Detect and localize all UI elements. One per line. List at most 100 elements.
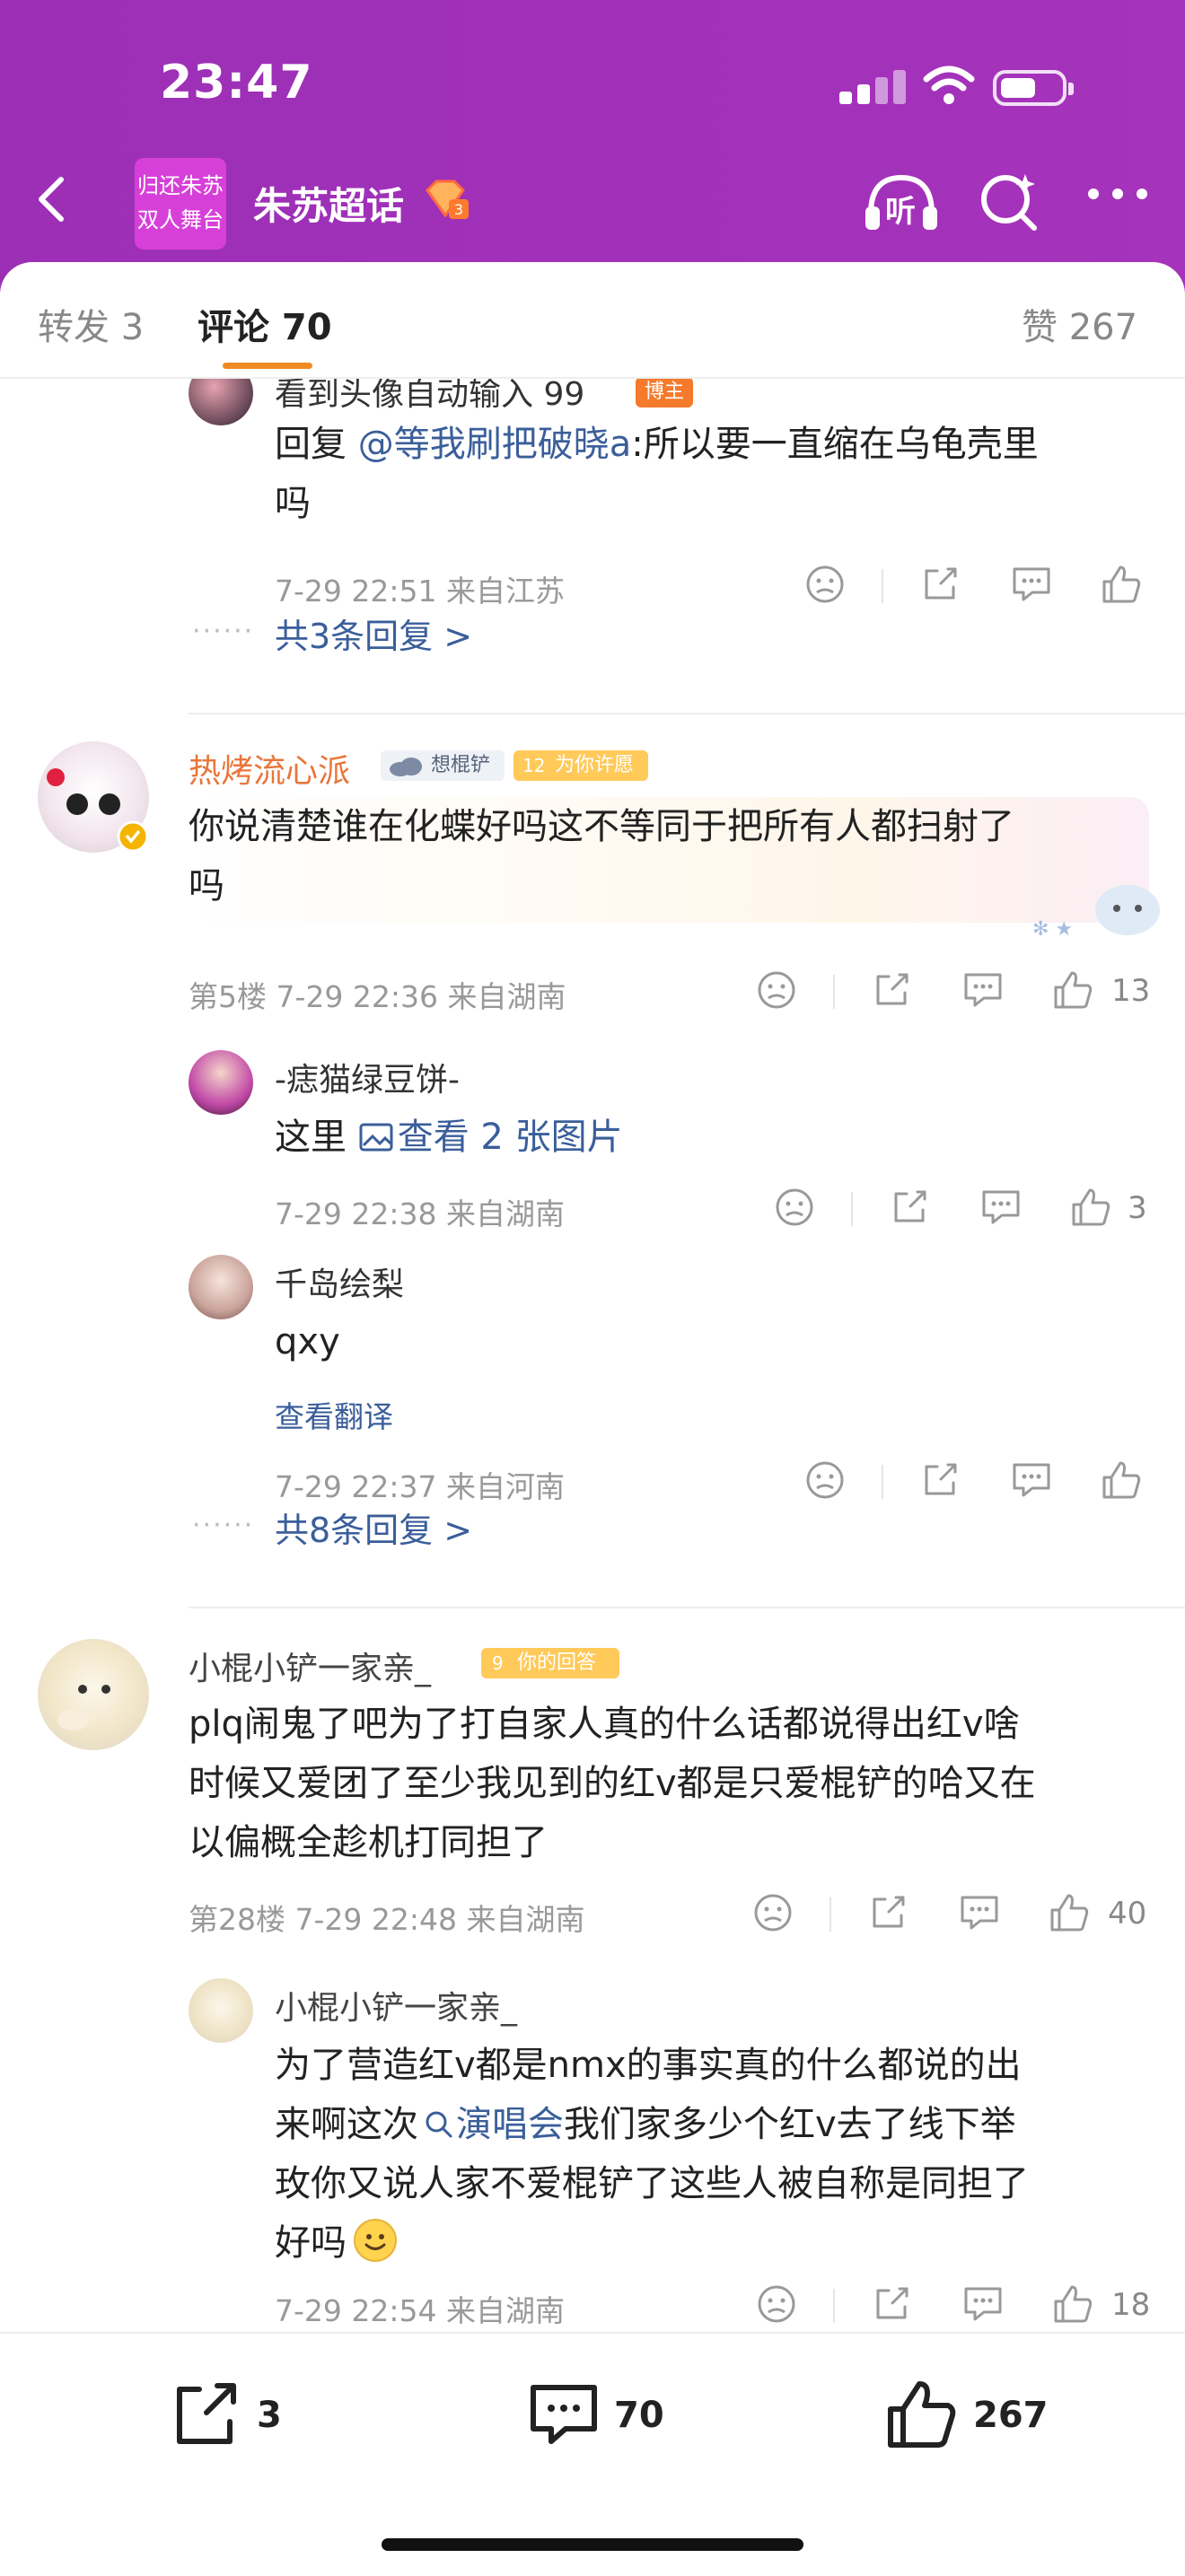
comment-bubble-icon[interactable] (959, 1892, 1000, 1932)
avatar-face-icon (57, 1685, 110, 1730)
reply-text-line: 玫你又说人家不爱棍铲了这些人被自称是同担了 (275, 2163, 1029, 2204)
topic-search-link[interactable]: 演唱会 (418, 2104, 564, 2145)
comment-actions: 13 (756, 969, 1151, 1014)
tab-comments[interactable]: 评论 70 (198, 298, 332, 350)
like-button[interactable]: 267 (885, 2379, 1065, 2450)
reply-text-line: 来啊这次 (275, 2104, 418, 2145)
comment-username[interactable]: 看到头像自动输入 99 (275, 379, 584, 415)
avatar[interactable] (189, 379, 253, 425)
share-icon[interactable] (921, 1459, 961, 1499)
avatar[interactable] (189, 1978, 253, 2043)
dislike-face-icon[interactable] (756, 969, 797, 1011)
comment-bubble-icon[interactable] (962, 969, 1004, 1009)
reply-text-line: 为了营造红v都是nmx的事实真的什么都说的出 (275, 2045, 1022, 2086)
like-thumb-icon[interactable] (1052, 969, 1093, 1011)
action-divider (833, 2289, 835, 2323)
dislike-face-icon[interactable] (774, 1187, 815, 1228)
supertopic-logo[interactable]: 归还朱苏 双人舞台 (135, 158, 226, 250)
back-arrow-icon[interactable] (27, 172, 81, 226)
action-divider (833, 975, 835, 1009)
more-options-icon[interactable] (1086, 185, 1149, 203)
share-icon[interactable] (891, 1187, 930, 1226)
share-icon[interactable] (873, 969, 912, 1009)
avatar[interactable] (38, 1639, 149, 1750)
comment-divider (189, 1607, 1185, 1608)
repost-count: 3 (257, 2395, 282, 2436)
reply-username[interactable]: 小棍小铲一家亲_ (275, 1982, 517, 2028)
dislike-face-icon[interactable] (756, 2283, 797, 2325)
like-count-total: 267 (973, 2395, 1049, 2436)
comment-text-line: plq闹鬼了吧为了打自家人真的什么话都说得出红v啥 (189, 1704, 1020, 1745)
comment-username[interactable]: 小棍小铲一家亲_ (189, 1643, 431, 1689)
like-thumb-icon[interactable] (1101, 564, 1142, 605)
level-number: 9 (492, 1652, 504, 1674)
action-divider (882, 569, 883, 603)
reply-text: 这里 查看 2 张图片 (275, 1108, 1137, 1167)
cellular-signal-icon (839, 70, 911, 104)
top-nav: 归还朱苏 双人舞台 朱苏超话 3 听 (0, 153, 1185, 251)
reply-text-body: 这里 (275, 1117, 358, 1158)
share-icon[interactable] (921, 564, 961, 603)
more-replies-link[interactable]: 共8条回复 > (275, 1503, 472, 1552)
reply-text-line: 好吗 (275, 2222, 347, 2264)
repost-button[interactable]: 3 (171, 2379, 314, 2450)
level-badge: 9 你的回答 (481, 1648, 619, 1678)
search-icon (426, 2111, 452, 2138)
fan-badge-label: 想棍铲 (431, 754, 491, 776)
level-badge-label: 你的回答 (517, 1652, 597, 1674)
like-thumb-icon[interactable] (1052, 2283, 1093, 2325)
page-title[interactable]: 朱苏超话 (253, 176, 404, 231)
action-divider (851, 1192, 853, 1226)
comment-button[interactable]: 70 (528, 2379, 689, 2450)
like-thumb-icon[interactable] (1101, 1459, 1142, 1501)
listen-button[interactable]: 听 (864, 171, 939, 233)
comment-text-line: 吗 (189, 865, 224, 907)
comment-bubble-icon[interactable] (1011, 564, 1052, 603)
user-mention-link[interactable]: @等我刷把破晓a (358, 424, 632, 465)
like-count: 18 (1111, 2287, 1151, 2323)
comment-text-line: 你说清楚谁在化蝶好吗这不等同于把所有人都扫射了 (189, 806, 1014, 847)
listen-label: 听 (885, 194, 916, 230)
reply-actions (804, 1459, 1146, 1504)
avatar[interactable] (189, 1050, 253, 1115)
level-badge-label: 为你许愿 (555, 754, 635, 776)
comment-text: 你说清楚谁在化蝶好吗这不等同于把所有人都扫射了 吗 (189, 797, 1158, 916)
dislike-face-icon[interactable] (804, 1459, 846, 1501)
like-thumb-icon[interactable] (1070, 1187, 1111, 1228)
reply-username[interactable]: -痣猫绿豆饼- (275, 1054, 460, 1100)
comment-meta: 第5楼 7-29 22:36 来自湖南 (189, 979, 566, 1014)
comment-list: 看到头像自动输入 99 博主 回复 @等我刷把破晓a:所以要一直缩在乌龟壳里 吗… (0, 379, 1185, 2332)
comment-divider (189, 713, 1185, 714)
comment-text-line: 时候又爱团了至少我见到的红v都是只爱棍铲的哈又在 (189, 1763, 1036, 1804)
comment-bubble-icon[interactable] (1011, 1459, 1052, 1499)
reply-username[interactable]: 千岛绘梨 (275, 1258, 404, 1305)
status-time: 23:47 (160, 56, 313, 110)
reply-dots: ······ (192, 1510, 255, 1541)
fan-badge: 想棍铲 (381, 750, 505, 781)
comment-actions (804, 564, 1146, 609)
tab-reposts[interactable]: 转发 3 (38, 298, 144, 350)
ai-search-icon[interactable] (979, 171, 1041, 233)
like-count: 13 (1111, 973, 1151, 1009)
comment-bubble-icon[interactable] (962, 2283, 1004, 2323)
view-images-link[interactable]: 查看 2 张图片 (358, 1117, 623, 1158)
more-replies-link[interactable]: 共3条回复 > (275, 609, 472, 658)
share-icon[interactable] (869, 1892, 908, 1932)
comment-bubble-icon[interactable] (980, 1187, 1022, 1226)
gem-badge-icon: 3 (426, 180, 469, 219)
avatar[interactable] (189, 1255, 253, 1319)
share-icon[interactable] (873, 2283, 912, 2323)
dislike-face-icon[interactable] (804, 564, 846, 605)
dislike-face-icon[interactable] (752, 1892, 794, 1933)
action-divider (882, 1465, 883, 1499)
tab-likes[interactable]: 赞 267 (1022, 298, 1137, 350)
home-indicator (382, 2538, 803, 2551)
like-count: 40 (1108, 1896, 1147, 1932)
like-thumb-icon[interactable] (1049, 1892, 1090, 1933)
verified-badge-icon (117, 820, 149, 853)
comment-meta: 第28楼 7-29 22:48 来自湖南 (189, 1902, 585, 1937)
reply-text-line: 我们家多少个红v去了线下举 (564, 2104, 1016, 2145)
translate-link[interactable]: 查看翻译 (275, 1393, 393, 1436)
comment-username[interactable]: 热烤流心派 (189, 745, 350, 792)
tab-bar: 转发 3 评论 70 赞 267 (0, 262, 1185, 379)
